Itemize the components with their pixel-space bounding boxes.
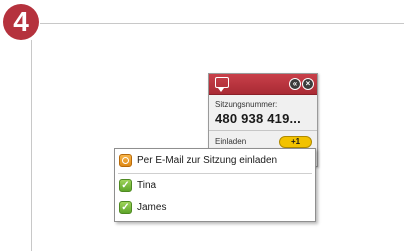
invite-dropdown-menu: Per E-Mail zur Sitzung einladen ✓ Tina ✓… [114, 148, 316, 222]
menu-divider [118, 173, 312, 174]
menu-item-label: Per E-Mail zur Sitzung einladen [137, 155, 278, 166]
step-number-badge: 4 [3, 4, 39, 40]
panel-divider [209, 130, 317, 131]
email-invite-icon [119, 154, 132, 167]
contact-name: James [137, 202, 167, 213]
contact-status-icon: ✓ [119, 179, 132, 192]
panel-header: « × [209, 74, 317, 95]
contact-name: Tina [137, 180, 157, 191]
menu-item-email-invite[interactable]: Per E-Mail zur Sitzung einladen [115, 151, 315, 171]
menu-item-contact-james[interactable]: ✓ James [115, 198, 315, 218]
invite-button[interactable]: +1 [279, 136, 312, 148]
chat-icon[interactable] [215, 77, 229, 92]
contact-status-icon: ✓ [119, 201, 132, 214]
session-number-value: 480 938 419... [215, 111, 301, 126]
menu-item-contact-tina[interactable]: ✓ Tina [115, 176, 315, 196]
session-number-label: Sitzungsnummer: [215, 100, 278, 109]
left-rule [31, 40, 32, 251]
collapse-icon[interactable]: « [289, 78, 301, 90]
top-rule [40, 23, 404, 24]
close-icon[interactable]: × [302, 78, 314, 90]
invite-label: Einladen [215, 137, 247, 146]
